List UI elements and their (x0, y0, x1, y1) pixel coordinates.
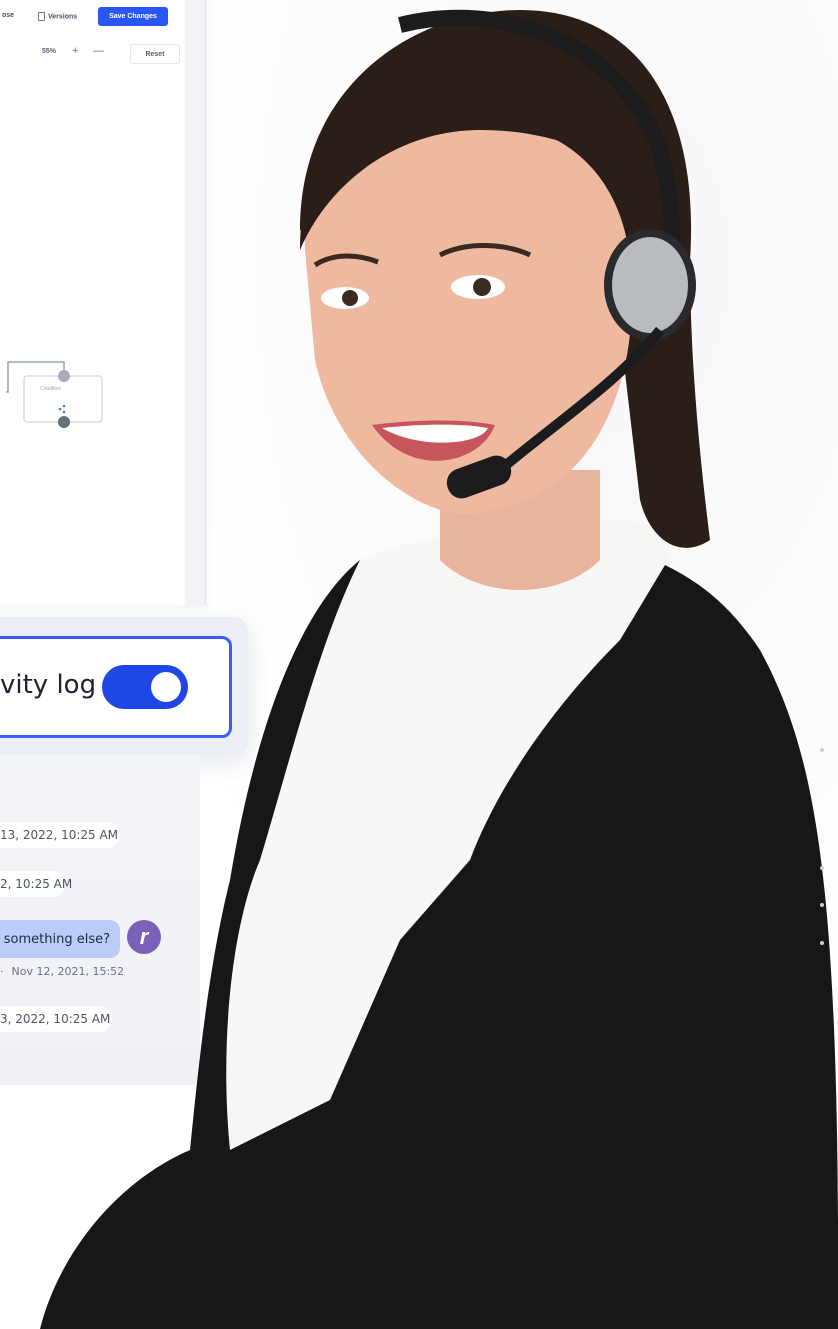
decor-dot (820, 866, 824, 870)
support-agent-photo (40, 9, 838, 1329)
decor-dot (820, 903, 824, 907)
decor-dot (820, 748, 824, 752)
decor-dot (820, 941, 824, 945)
